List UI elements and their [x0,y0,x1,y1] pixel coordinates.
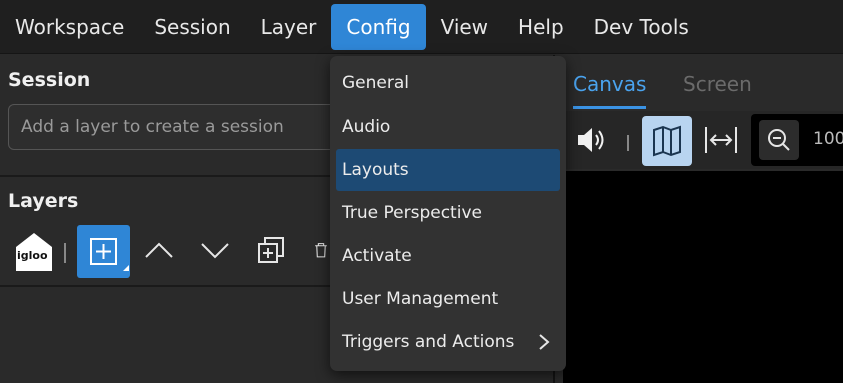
menu-session[interactable]: Session [139,4,245,50]
canvas-area[interactable] [563,171,843,383]
menu-item-user-management[interactable]: User Management [336,278,560,320]
menu-help[interactable]: Help [503,4,579,50]
viewer-toolbar: 100 [555,111,843,169]
session-title: Session [8,69,91,91]
tab-screen[interactable]: Screen [683,72,752,96]
trash-icon [315,243,327,258]
igloo-logo: igloo [14,231,54,273]
zoom-value[interactable]: 100 [813,129,843,149]
duplicate-button[interactable] [254,233,288,267]
move-up-button[interactable] [142,233,176,267]
menu-view[interactable]: View [426,4,503,50]
menu-bar: Workspace Session Layer Config View Help… [0,0,843,54]
menu-item-activate[interactable]: Activate [336,235,560,277]
tab-canvas[interactable]: Canvas [573,72,646,96]
zoom-out-button[interactable] [759,120,799,160]
toolbar-separator [64,243,66,263]
speaker-icon [578,128,604,152]
menu-layer[interactable]: Layer [246,4,332,50]
menu-dev-tools[interactable]: Dev Tools [579,4,704,50]
menu-config[interactable]: Config [331,3,426,50]
menu-workspace[interactable]: Workspace [0,4,139,50]
layers-title: Layers [8,190,79,212]
audio-button[interactable] [575,125,609,155]
add-layer-icon [90,238,129,271]
add-layer-button[interactable] [77,225,130,278]
toolbar-separator [627,135,629,151]
menu-item-triggers-and-actions[interactable]: Triggers and Actions [336,321,560,363]
chevron-down-icon [201,243,229,259]
fit-width-button[interactable] [703,123,739,157]
zoom-control: 100 [751,114,843,166]
map-icon [653,125,681,157]
zoom-out-icon [768,129,790,151]
map-view-button[interactable] [642,116,692,166]
menu-item-general[interactable]: General [336,62,560,104]
menu-item-true-perspective[interactable]: True Perspective [336,192,560,234]
menu-item-layouts[interactable]: Layouts [336,149,560,191]
menu-item-label: Triggers and Actions [342,332,515,352]
fit-width-icon [705,127,737,153]
duplicate-icon [258,237,284,263]
active-tab-indicator [573,106,646,109]
config-dropdown: General Audio Layouts True Perspective A… [330,56,566,371]
chevron-right-icon [538,333,550,356]
chevron-up-icon [145,242,173,258]
igloo-logo-text: igloo [17,249,48,262]
viewer-panel: Canvas Screen 100 [555,55,843,383]
delete-button[interactable] [312,233,330,267]
move-down-button[interactable] [198,233,232,267]
menu-item-audio[interactable]: Audio [336,106,560,148]
